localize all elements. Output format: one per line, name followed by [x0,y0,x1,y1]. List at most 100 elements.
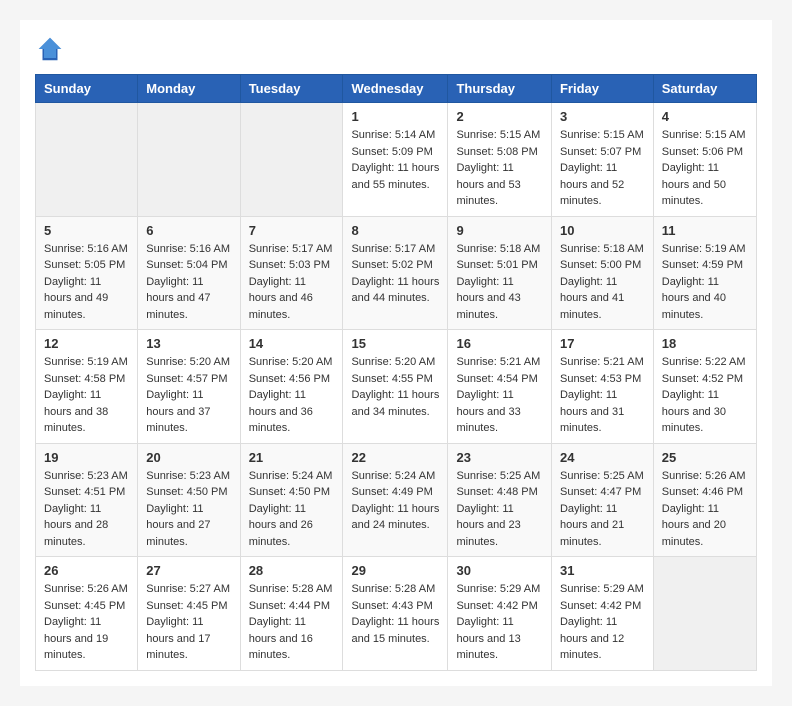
day-number: 29 [351,563,439,578]
day-number: 8 [351,223,439,238]
calendar-cell: 15 Sunrise: 5:20 AMSunset: 4:55 PMDayligh… [343,330,448,444]
calendar-cell: 24 Sunrise: 5:25 AMSunset: 4:47 PMDayligh… [551,443,653,557]
weekday-header-saturday: Saturday [653,75,756,103]
calendar-cell: 18 Sunrise: 5:22 AMSunset: 4:52 PMDayligh… [653,330,756,444]
calendar-cell: 28Sunrise: 5:28 AMSunset: 4:44 PMDayligh… [240,557,343,671]
day-number: 7 [249,223,335,238]
calendar-cell: 11Sunrise: 5:19 AMSunset: 4:59 PMDayligh… [653,216,756,330]
cell-info: Sunrise: 5:18 AMSunset: 5:01 PMDaylight:… [456,241,543,324]
calendar-cell: 14 Sunrise: 5:20 AMSunset: 4:56 PMDayligh… [240,330,343,444]
cell-info: Sunrise: 5:26 AMSunset: 4:46 PMDaylight:… [662,468,748,551]
calendar-cell: 20 Sunrise: 5:23 AMSunset: 4:50 PMDayligh… [138,443,240,557]
day-number: 2 [456,109,543,124]
day-number: 4 [662,109,748,124]
calendar-cell: 13Sunrise: 5:20 AMSunset: 4:57 PMDayligh… [138,330,240,444]
week-row-4: 19 Sunrise: 5:23 AMSunset: 4:51 PMDayligh… [36,443,757,557]
cell-info: Sunrise: 5:23 AMSunset: 4:50 PMDaylight:… [146,468,231,551]
calendar-cell: 10 Sunrise: 5:18 AMSunset: 5:00 PMDayligh… [551,216,653,330]
day-number: 21 [249,450,335,465]
calendar-cell: 21 Sunrise: 5:24 AMSunset: 4:50 PMDayligh… [240,443,343,557]
day-number: 20 [146,450,231,465]
cell-info: Sunrise: 5:23 AMSunset: 4:51 PMDaylight:… [44,468,129,551]
calendar-container: SundayMondayTuesdayWednesdayThursdayFrid… [20,20,772,686]
day-number: 6 [146,223,231,238]
day-number: 24 [560,450,645,465]
cell-info: Sunrise: 5:24 AMSunset: 4:49 PMDaylight:… [351,468,439,534]
weekday-header-monday: Monday [138,75,240,103]
day-number: 1 [351,109,439,124]
cell-info: Sunrise: 5:20 AMSunset: 4:55 PMDaylight:… [351,354,439,420]
calendar-cell: 25 Sunrise: 5:26 AMSunset: 4:46 PMDayligh… [653,443,756,557]
cell-info: Sunrise: 5:15 AMSunset: 5:06 PMDaylight:… [662,127,748,210]
cell-info: Sunrise: 5:25 AMSunset: 4:48 PMDaylight:… [456,468,543,551]
week-row-2: 5 Sunrise: 5:16 AMSunset: 5:05 PMDaylight… [36,216,757,330]
week-row-5: 26 Sunrise: 5:26 AMSunset: 4:45 PMDayligh… [36,557,757,671]
calendar-cell: 23 Sunrise: 5:25 AMSunset: 4:48 PMDayligh… [448,443,552,557]
cell-info: Sunrise: 5:21 AMSunset: 4:54 PMDaylight:… [456,354,543,437]
header [35,30,757,64]
cell-info: Sunrise: 5:16 AMSunset: 5:05 PMDaylight:… [44,241,129,324]
day-number: 19 [44,450,129,465]
weekday-header-sunday: Sunday [36,75,138,103]
day-number: 30 [456,563,543,578]
calendar-cell: 1 Sunrise: 5:14 AMSunset: 5:09 PMDaylight… [343,103,448,217]
calendar-cell: 19 Sunrise: 5:23 AMSunset: 4:51 PMDayligh… [36,443,138,557]
calendar-cell: 29 Sunrise: 5:28 AMSunset: 4:43 PMDayligh… [343,557,448,671]
cell-info: Sunrise: 5:25 AMSunset: 4:47 PMDaylight:… [560,468,645,551]
week-row-3: 12Sunrise: 5:19 AMSunset: 4:58 PMDayligh… [36,330,757,444]
weekday-header-row: SundayMondayTuesdayWednesdayThursdayFrid… [36,75,757,103]
cell-info: Sunrise: 5:29 AMSunset: 4:42 PMDaylight:… [456,581,543,664]
cell-info: Sunrise: 5:26 AMSunset: 4:45 PMDaylight:… [44,581,129,664]
calendar-cell: 8 Sunrise: 5:17 AMSunset: 5:02 PMDaylight… [343,216,448,330]
calendar-cell: 12Sunrise: 5:19 AMSunset: 4:58 PMDayligh… [36,330,138,444]
day-number: 28 [249,563,335,578]
cell-info: Sunrise: 5:21 AMSunset: 4:53 PMDaylight:… [560,354,645,437]
cell-info: Sunrise: 5:17 AMSunset: 5:03 PMDaylight:… [249,241,335,324]
calendar-cell: 9Sunrise: 5:18 AMSunset: 5:01 PMDaylight… [448,216,552,330]
cell-info: Sunrise: 5:15 AMSunset: 5:08 PMDaylight:… [456,127,543,210]
cell-info: Sunrise: 5:18 AMSunset: 5:00 PMDaylight:… [560,241,645,324]
weekday-header-tuesday: Tuesday [240,75,343,103]
cell-info: Sunrise: 5:28 AMSunset: 4:43 PMDaylight:… [351,581,439,647]
day-number: 25 [662,450,748,465]
calendar-cell: 27Sunrise: 5:27 AMSunset: 4:45 PMDayligh… [138,557,240,671]
calendar-cell [653,557,756,671]
weekday-header-wednesday: Wednesday [343,75,448,103]
day-number: 5 [44,223,129,238]
day-number: 31 [560,563,645,578]
calendar-table: SundayMondayTuesdayWednesdayThursdayFrid… [35,74,757,671]
cell-info: Sunrise: 5:29 AMSunset: 4:42 PMDaylight:… [560,581,645,664]
day-number: 15 [351,336,439,351]
cell-info: Sunrise: 5:24 AMSunset: 4:50 PMDaylight:… [249,468,335,551]
cell-info: Sunrise: 5:16 AMSunset: 5:04 PMDaylight:… [146,241,231,324]
cell-info: Sunrise: 5:20 AMSunset: 4:56 PMDaylight:… [249,354,335,437]
calendar-cell: 17Sunrise: 5:21 AMSunset: 4:53 PMDayligh… [551,330,653,444]
day-number: 26 [44,563,129,578]
day-number: 18 [662,336,748,351]
cell-info: Sunrise: 5:22 AMSunset: 4:52 PMDaylight:… [662,354,748,437]
day-number: 14 [249,336,335,351]
cell-info: Sunrise: 5:27 AMSunset: 4:45 PMDaylight:… [146,581,231,664]
weekday-header-friday: Friday [551,75,653,103]
day-number: 16 [456,336,543,351]
weekday-header-thursday: Thursday [448,75,552,103]
week-row-1: 1 Sunrise: 5:14 AMSunset: 5:09 PMDaylight… [36,103,757,217]
calendar-cell [240,103,343,217]
logo [35,34,69,64]
cell-info: Sunrise: 5:17 AMSunset: 5:02 PMDaylight:… [351,241,439,307]
calendar-cell: 5 Sunrise: 5:16 AMSunset: 5:05 PMDaylight… [36,216,138,330]
logo-icon [35,34,65,64]
calendar-cell: 4 Sunrise: 5:15 AMSunset: 5:06 PMDaylight… [653,103,756,217]
cell-info: Sunrise: 5:20 AMSunset: 4:57 PMDaylight:… [146,354,231,437]
calendar-cell: 2 Sunrise: 5:15 AMSunset: 5:08 PMDaylight… [448,103,552,217]
cell-info: Sunrise: 5:15 AMSunset: 5:07 PMDaylight:… [560,127,645,210]
calendar-cell: 6 Sunrise: 5:16 AMSunset: 5:04 PMDaylight… [138,216,240,330]
calendar-cell [138,103,240,217]
day-number: 10 [560,223,645,238]
cell-info: Sunrise: 5:14 AMSunset: 5:09 PMDaylight:… [351,127,439,193]
calendar-cell: 22Sunrise: 5:24 AMSunset: 4:49 PMDayligh… [343,443,448,557]
day-number: 23 [456,450,543,465]
day-number: 12 [44,336,129,351]
calendar-cell [36,103,138,217]
calendar-cell: 30 Sunrise: 5:29 AMSunset: 4:42 PMDayligh… [448,557,552,671]
